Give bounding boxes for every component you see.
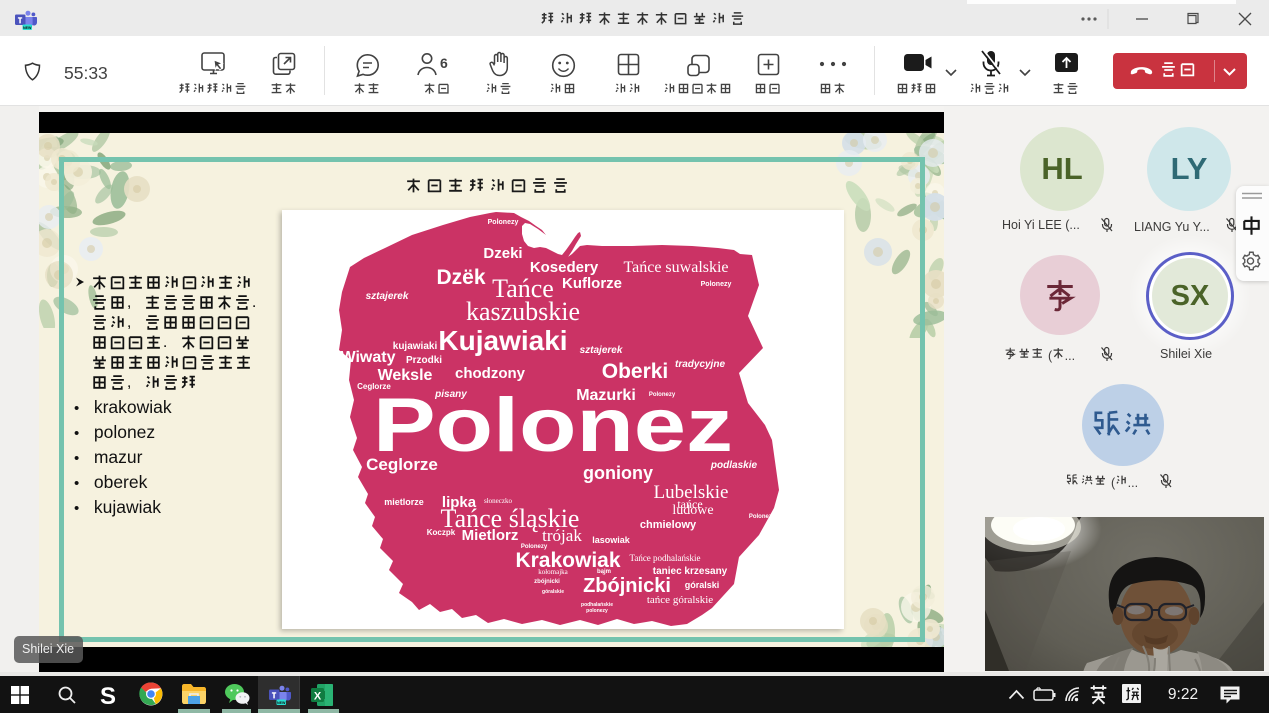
svg-text:X: X (314, 691, 322, 703)
svg-text:Polonezy: Polonezy (488, 219, 519, 226)
svg-text:NEW: NEW (277, 701, 286, 705)
svg-text:Przodki: Przodki (406, 355, 442, 366)
svg-text:trójak: trójak (542, 526, 582, 545)
svg-text:Polonez: Polonez (373, 383, 733, 468)
svg-text:Kujawiaki: Kujawiaki (438, 325, 567, 356)
svg-text:Tańce suwalskie: Tańce suwalskie (623, 259, 728, 276)
svg-text:góralskie: góralskie (542, 589, 564, 595)
svg-text:tradycyjne: tradycyjne (675, 359, 725, 370)
svg-text:Polonezy: Polonezy (749, 514, 776, 520)
svg-text:Mietlorz: Mietlorz (462, 527, 519, 544)
svg-text:sztajerek: sztajerek (366, 291, 409, 302)
svg-text:mietlorze: mietlorze (384, 497, 424, 507)
svg-text:chmielowy: chmielowy (640, 519, 697, 531)
svg-text:Koczpk: Koczpk (427, 528, 456, 537)
svg-text:kaszubskie: kaszubskie (466, 297, 580, 326)
svg-text:ludowe: ludowe (672, 503, 713, 518)
svg-text:Kuflorze: Kuflorze (562, 275, 622, 292)
svg-text:Polonezy: Polonezy (701, 281, 732, 288)
svg-text:NEW: NEW (23, 26, 32, 30)
svg-text:zbójnicki: zbójnicki (534, 579, 560, 585)
svg-text:Tańce podhalańskie: Tańce podhalańskie (629, 553, 700, 563)
svg-text:polonezy: polonezy (586, 608, 608, 614)
svg-text:Wiwaty: Wiwaty (341, 349, 396, 366)
svg-text:Oberki: Oberki (602, 360, 669, 383)
svg-text:kujawiaki: kujawiaki (393, 341, 438, 352)
svg-text:góralski: góralski (685, 580, 720, 590)
svg-text:Dzeki: Dzeki (483, 245, 522, 262)
svg-text:chodzony: chodzony (455, 365, 526, 382)
svg-text:kołomajka: kołomajka (538, 568, 568, 576)
svg-text:sztajerek: sztajerek (580, 345, 623, 356)
svg-text:tańce góralskie: tańce góralskie (647, 594, 713, 606)
svg-text:lasowiak: lasowiak (592, 535, 631, 545)
svg-text:Dzëk: Dzëk (436, 266, 485, 289)
